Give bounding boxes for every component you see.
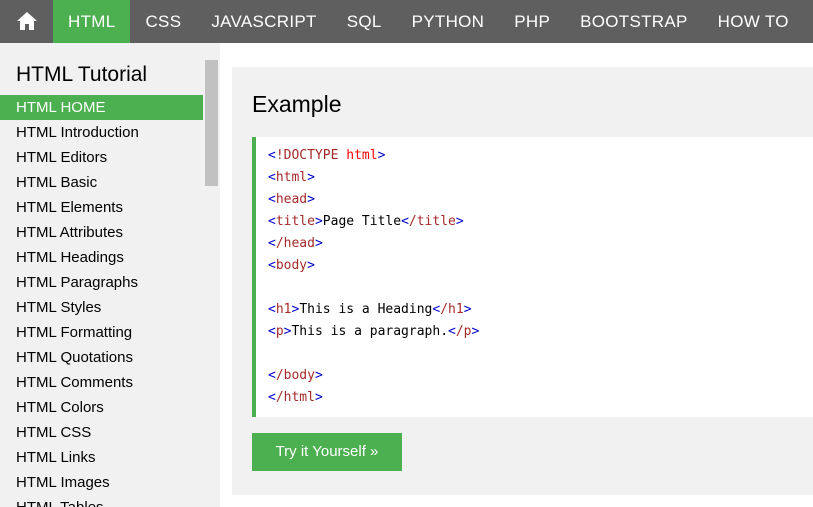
sidebar-item-html-attributes[interactable]: HTML Attributes <box>0 220 203 245</box>
nav-item-python[interactable]: PYTHON <box>397 0 500 43</box>
code-line: <!DOCTYPE html> <box>268 148 386 163</box>
sidebar-item-html-introduction[interactable]: HTML Introduction <box>0 120 203 145</box>
sidebar-item-html-home[interactable]: HTML HOME <box>0 95 203 120</box>
sidebar-item-html-comments[interactable]: HTML Comments <box>0 370 203 395</box>
nav-item-javascript[interactable]: JAVASCRIPT <box>196 0 331 43</box>
code-line: <h1>This is a Heading</h1> <box>268 302 472 317</box>
sidebar-item-html-headings[interactable]: HTML Headings <box>0 245 203 270</box>
code-line: <p>This is a paragraph.</p> <box>268 324 480 339</box>
example-panel: Example <!DOCTYPE html> <html> <head> <t… <box>232 67 813 495</box>
sidebar-title: HTML Tutorial <box>16 63 148 86</box>
code-line: <html> <box>268 170 315 185</box>
sidebar-item-html-links[interactable]: HTML Links <box>0 445 203 470</box>
code-line: <head> <box>268 192 315 207</box>
home-button[interactable] <box>0 0 53 43</box>
code-line: <title>Page Title</title> <box>268 214 464 229</box>
sidebar-item-html-colors[interactable]: HTML Colors <box>0 395 203 420</box>
sidebar-item-html-elements[interactable]: HTML Elements <box>0 195 203 220</box>
nav-item-php[interactable]: PHP <box>499 0 565 43</box>
sidebar-item-html-tables[interactable]: HTML Tables <box>0 495 203 507</box>
nav-item-how-to[interactable]: HOW TO <box>703 0 804 43</box>
sidebar: HTML Tutorial HTML HOME HTML Introductio… <box>0 43 220 507</box>
code-line: </body> <box>268 368 323 383</box>
code-block: <!DOCTYPE html> <html> <head> <title>Pag… <box>252 137 813 417</box>
code-line: </head> <box>268 236 323 251</box>
nav-item-html[interactable]: HTML <box>53 0 131 43</box>
nav-item-more[interactable]: M <box>804 0 813 43</box>
code-line: </html> <box>268 390 323 405</box>
sidebar-item-html-images[interactable]: HTML Images <box>0 470 203 495</box>
top-navigation-bar: HTML CSS JAVASCRIPT SQL PYTHON PHP BOOTSTRAP HO… <box>0 0 813 43</box>
nav-item-bootstrap[interactable]: BOOTSTRAP <box>565 0 703 43</box>
home-icon <box>16 12 37 30</box>
try-it-yourself-button[interactable]: Try it Yourself » <box>252 433 402 471</box>
sidebar-scrollbar[interactable] <box>203 43 220 507</box>
sidebar-item-html-formatting[interactable]: HTML Formatting <box>0 320 203 345</box>
scrollbar-thumb[interactable] <box>205 60 218 186</box>
sidebar-list: HTML HOME HTML Introduction HTML Editors… <box>0 95 203 507</box>
sidebar-item-html-quotations[interactable]: HTML Quotations <box>0 345 203 370</box>
code-line: <body> <box>268 258 315 273</box>
sidebar-item-html-paragraphs[interactable]: HTML Paragraphs <box>0 270 203 295</box>
sidebar-item-html-editors[interactable]: HTML Editors <box>0 145 203 170</box>
nav-item-sql[interactable]: SQL <box>332 0 397 43</box>
sidebar-item-html-basic[interactable]: HTML Basic <box>0 170 203 195</box>
sidebar-item-html-css[interactable]: HTML CSS <box>0 420 203 445</box>
nav-item-css[interactable]: CSS <box>130 0 196 43</box>
example-heading: Example <box>252 91 342 117</box>
sidebar-item-html-styles[interactable]: HTML Styles <box>0 295 203 320</box>
